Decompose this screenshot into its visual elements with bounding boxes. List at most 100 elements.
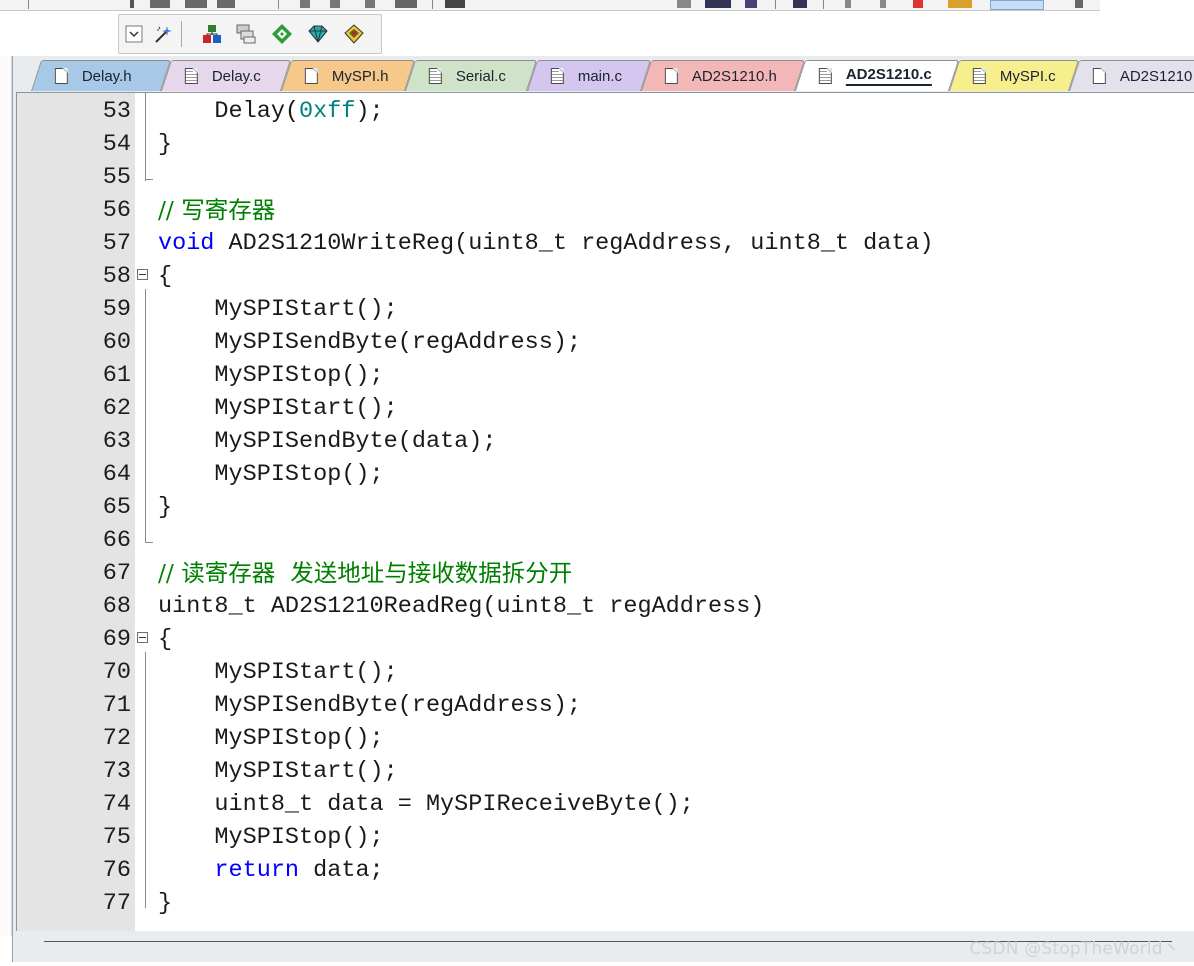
code-line[interactable]: 66 bbox=[17, 524, 1194, 557]
toolbar-icon-fragment[interactable] bbox=[913, 0, 923, 8]
code-line[interactable]: 69 { bbox=[17, 623, 1194, 656]
file-icon bbox=[428, 68, 442, 84]
select-packs-icon[interactable] bbox=[235, 23, 257, 45]
toolbar-icon-fragment[interactable] bbox=[365, 0, 375, 8]
fold-collapse-icon[interactable] bbox=[137, 269, 148, 280]
tab-label: AD2S1210.c bbox=[845, 66, 932, 86]
code-text: MySPISendByte(data); bbox=[158, 428, 497, 455]
code-line[interactable]: 57 void AD2S1210WriteReg(uint8_t regAddre… bbox=[17, 227, 1194, 260]
line-number: 69 bbox=[102, 626, 131, 653]
code-text: MySPIStop(); bbox=[158, 461, 384, 488]
code-text: void AD2S1210WriteReg(uint8_t regAddress… bbox=[158, 230, 934, 257]
tab-myspi-c[interactable]: MySPI.c bbox=[948, 60, 1080, 91]
tab-serial-c[interactable]: Serial.c bbox=[404, 60, 538, 91]
toolbar-icon-fragment[interactable] bbox=[705, 0, 731, 8]
toolbar-icon-fragment[interactable] bbox=[130, 0, 134, 8]
line-number: 63 bbox=[102, 428, 131, 455]
toolbar-icon-fragment[interactable] bbox=[150, 0, 170, 8]
tab-myspi-h[interactable]: MySPI.h bbox=[280, 60, 416, 91]
tab-ad2s1210-more[interactable]: AD2S1210 bbox=[1068, 60, 1194, 91]
code-line[interactable]: 74 uint8_t data = MySPIReceiveByte(); bbox=[17, 788, 1194, 821]
pack-installer-icon[interactable] bbox=[271, 23, 293, 45]
build-target-icon[interactable] bbox=[343, 23, 365, 45]
code-editor[interactable]: 53 Delay(0xff); 54} 55 56// 写寄存器 57 void AD2S… bbox=[16, 92, 1194, 931]
code-line[interactable]: 67 // 读寄存器 发送地址与接收数据拆分开 bbox=[17, 557, 1194, 590]
code-line[interactable]: 72 MySPIStop(); bbox=[17, 722, 1194, 755]
toolbar-icon-fragment[interactable] bbox=[845, 0, 851, 8]
code-line[interactable]: 60 MySPISendByte(regAddress); bbox=[17, 326, 1194, 359]
toolbar-icon-fragment[interactable] bbox=[1075, 0, 1083, 8]
tab-label: AD2S1210.h bbox=[691, 67, 777, 85]
code-line[interactable]: 76 return data; bbox=[17, 854, 1194, 887]
code-line[interactable]: 53 Delay(0xff); bbox=[17, 95, 1194, 128]
code-text: MySPISendByte(regAddress); bbox=[158, 692, 582, 719]
line-number: 71 bbox=[102, 692, 131, 719]
fold-collapse-icon[interactable] bbox=[137, 632, 148, 643]
code-line[interactable]: 65} bbox=[17, 491, 1194, 524]
file-icon bbox=[664, 68, 678, 84]
toolbar-icon-fragment[interactable] bbox=[300, 0, 310, 8]
manage-project-items-icon[interactable] bbox=[201, 23, 223, 45]
code-text: MySPIStart(); bbox=[158, 395, 398, 422]
code-line[interactable]: 56 // 写寄存器 bbox=[17, 194, 1194, 227]
tab-ad2s1210-c[interactable]: AD2S1210.c bbox=[794, 60, 960, 91]
toolbar-icon-fragment[interactable] bbox=[745, 0, 757, 8]
line-number: 64 bbox=[102, 461, 131, 488]
tab-delay-h[interactable]: Delay.h bbox=[30, 60, 172, 91]
line-number: 59 bbox=[102, 296, 131, 323]
toolbar-icon-fragment[interactable] bbox=[395, 0, 417, 8]
green-diamond-icon[interactable] bbox=[307, 23, 329, 45]
line-number: 76 bbox=[102, 857, 131, 884]
code-line[interactable]: 59 MySPIStart(); bbox=[17, 293, 1194, 326]
line-number: 70 bbox=[102, 659, 131, 686]
code-line[interactable]: 58 { bbox=[17, 260, 1194, 293]
toolbar-icon-fragment[interactable] bbox=[677, 0, 691, 8]
code-line[interactable]: 68 uint8_t AD2S1210ReadReg(uint8_t regAdd… bbox=[17, 590, 1194, 623]
magic-wand-icon[interactable] bbox=[153, 23, 175, 45]
code-text: MySPIStop(); bbox=[158, 824, 384, 851]
tab-main-c[interactable]: main.c bbox=[526, 60, 652, 91]
tab-delay-c[interactable]: Delay.c bbox=[160, 60, 292, 91]
line-number: 60 bbox=[102, 329, 131, 356]
toolbar-icon-fragment[interactable] bbox=[990, 0, 1044, 10]
code-text: { bbox=[158, 626, 173, 653]
project-panel-edge bbox=[0, 56, 12, 936]
toolbar-separator bbox=[823, 0, 824, 9]
tab-ad2s1210-h[interactable]: AD2S1210.h bbox=[640, 60, 806, 91]
code-line[interactable]: 73 MySPIStart(); bbox=[17, 755, 1194, 788]
code-line[interactable]: 62 MySPIStart(); bbox=[17, 392, 1194, 425]
code-line[interactable]: 55 bbox=[17, 161, 1194, 194]
file-icon bbox=[54, 68, 68, 84]
file-icon bbox=[818, 68, 832, 84]
line-number: 73 bbox=[102, 758, 131, 785]
code-line[interactable]: 77} bbox=[17, 887, 1194, 920]
toolbar-icon-fragment[interactable] bbox=[330, 0, 340, 8]
toolbar-icon-fragment[interactable] bbox=[793, 0, 807, 8]
code-line[interactable]: 61 MySPIStop(); bbox=[17, 359, 1194, 392]
file-tab-bar: Delay.h Delay.c MySPI.h Serial.c main.c … bbox=[14, 58, 1194, 92]
code-line[interactable]: 54} bbox=[17, 128, 1194, 161]
code-line[interactable]: 75 MySPIStop(); bbox=[17, 821, 1194, 854]
code-text: Delay(0xff); bbox=[158, 98, 384, 125]
code-text: MySPIStop(); bbox=[158, 725, 384, 752]
line-number: 55 bbox=[102, 164, 131, 191]
toolbar-icon-fragment[interactable] bbox=[185, 0, 207, 8]
code-line[interactable]: 71 MySPISendByte(regAddress); bbox=[17, 689, 1194, 722]
tab-label: MySPI.h bbox=[331, 67, 389, 85]
toolbar-icon-fragment[interactable] bbox=[880, 0, 886, 8]
dropdown-arrow-icon[interactable] bbox=[123, 23, 145, 45]
line-number: 56 bbox=[102, 197, 131, 224]
code-text: uint8_t data = MySPIReceiveByte(); bbox=[158, 791, 694, 818]
code-line[interactable]: 64 MySPIStop(); bbox=[17, 458, 1194, 491]
top-toolbar-strip bbox=[0, 0, 1100, 11]
tab-label: AD2S1210 bbox=[1119, 67, 1193, 85]
toolbar-icon-fragment[interactable] bbox=[948, 0, 972, 8]
code-text: { bbox=[158, 263, 173, 290]
code-line[interactable]: 63 MySPISendByte(data); bbox=[17, 425, 1194, 458]
line-number: 58 bbox=[102, 263, 131, 290]
code-text: MySPIStart(); bbox=[158, 296, 398, 323]
toolbar-icon-fragment[interactable] bbox=[217, 0, 235, 8]
toolbar-icon-fragment[interactable] bbox=[445, 0, 465, 8]
code-line[interactable]: 70 MySPIStart(); bbox=[17, 656, 1194, 689]
code-text: MySPIStop(); bbox=[158, 362, 384, 389]
